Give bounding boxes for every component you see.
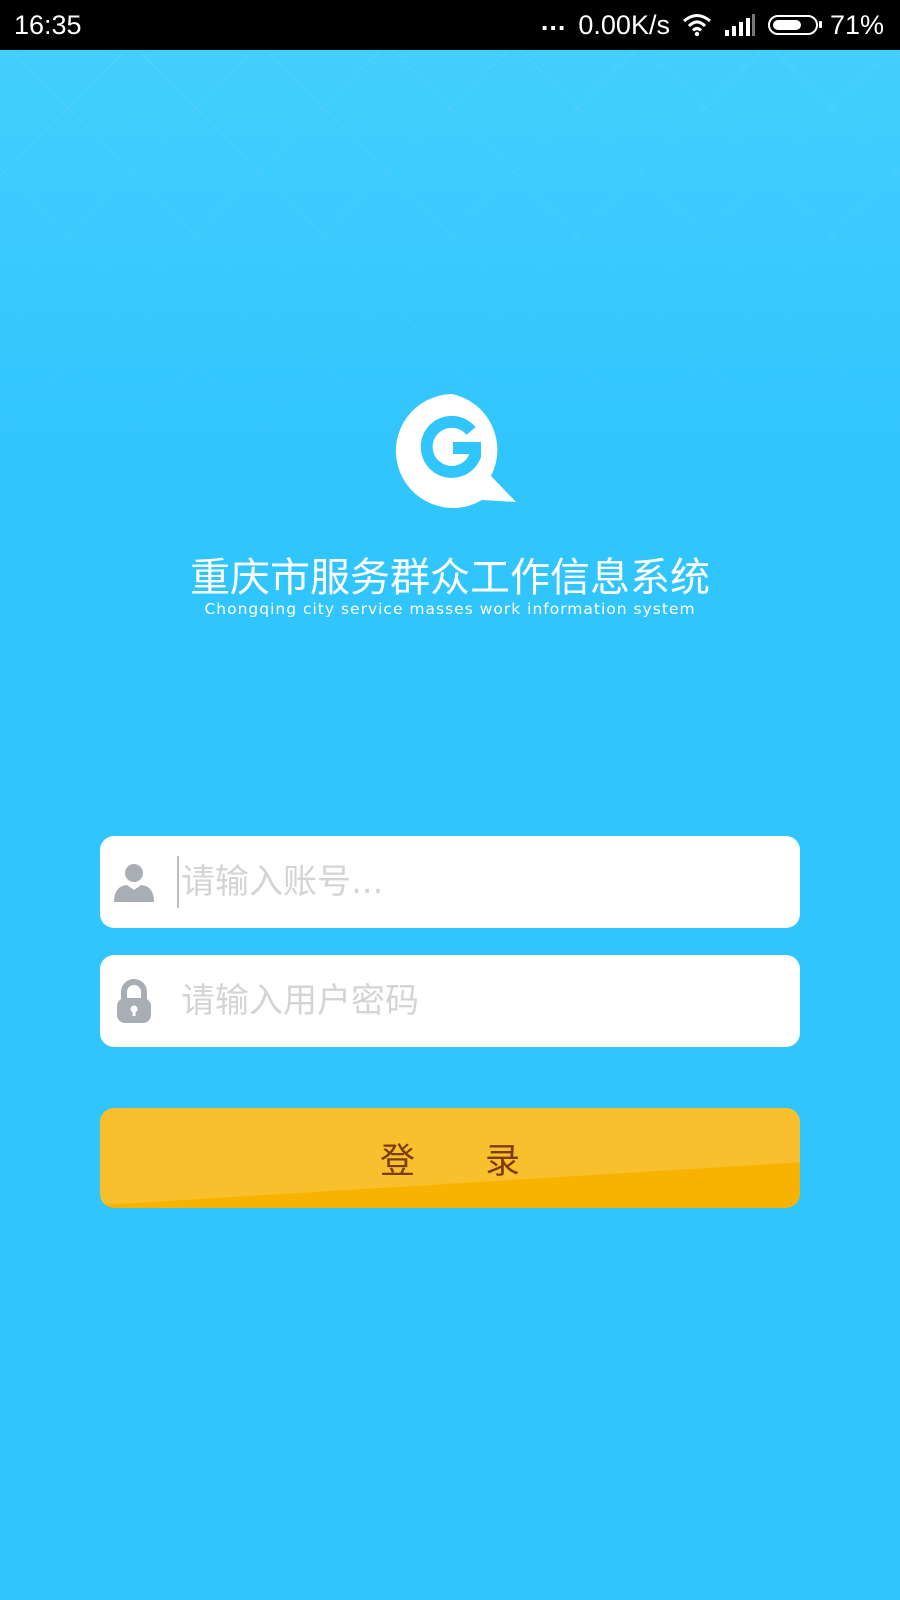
battery-fill xyxy=(772,20,802,30)
notification-dots: ... xyxy=(540,5,567,36)
account-field[interactable] xyxy=(100,836,800,928)
signal-icon xyxy=(724,14,755,36)
app-title: 重庆市服务群众工作信息系统 xyxy=(190,555,710,601)
login-button[interactable]: 登 录 xyxy=(100,1108,800,1208)
battery-percent: 71% xyxy=(829,9,884,40)
wifi-icon xyxy=(682,14,711,37)
status-time: 16:35 xyxy=(14,10,82,40)
login-screen: 16:35 ... 0.00K/s 71% 重庆市服务群众工作信息系统 Chon… xyxy=(0,0,900,1600)
login-button-label: 登 录 xyxy=(379,1141,520,1182)
user-icon xyxy=(114,864,154,902)
status-indicators: ... 0.00K/s 71% xyxy=(541,0,884,50)
network-speed: 0.00K/s xyxy=(578,9,670,40)
status-bar: 16:35 ... 0.00K/s 71% xyxy=(0,0,900,50)
app-subtitle: Chongqing city service masses work infor… xyxy=(204,600,696,618)
lock-icon xyxy=(117,979,151,1023)
g-speech-bubble-logo-icon xyxy=(395,394,516,508)
password-field[interactable] xyxy=(100,955,800,1047)
password-input[interactable] xyxy=(177,955,777,1047)
account-input[interactable] xyxy=(177,836,777,928)
battery-icon xyxy=(767,15,822,35)
